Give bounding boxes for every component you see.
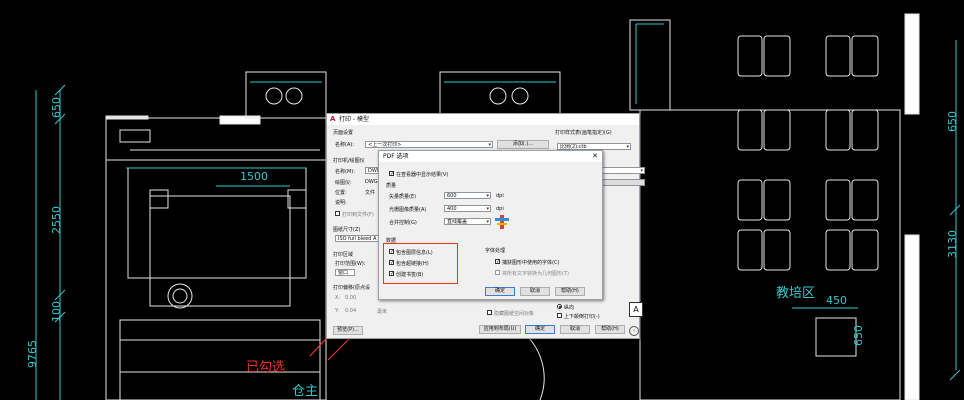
plot-range-label: 打印范围(W):: [335, 261, 366, 267]
merge-control-select[interactable]: 直线覆盖: [444, 218, 491, 225]
portrait-radio[interactable]: [557, 304, 562, 309]
offset-y-label: Y:: [335, 308, 340, 314]
merge-control-label: 合并控制(G): [389, 220, 417, 226]
hide-paper-space-label: 隐藏图纸空间对象: [494, 311, 535, 317]
preview-button[interactable]: 预览(P)...: [333, 326, 363, 335]
paper-size-header: 图纸尺寸(Z): [333, 227, 361, 233]
offset-unit: 毫米: [377, 309, 388, 315]
plot-help-button[interactable]: 帮助(H): [595, 325, 625, 334]
dim-1500: 1500: [240, 170, 268, 183]
add-page-setup-button[interactable]: 添加(.)...: [497, 140, 549, 149]
plot-dialog-titlebar[interactable]: A 打印 - 模型: [327, 114, 639, 125]
shaded-viewport-select[interactable]: [597, 167, 645, 174]
printer-name-label: 名称(M):: [335, 169, 355, 175]
vector-quality-select[interactable]: 600: [444, 192, 491, 199]
pdf-dialog-title: PDF 选项: [383, 153, 409, 160]
offset-x-label: X:: [335, 295, 341, 301]
location-value: 文件: [365, 190, 376, 196]
dim-450: 450: [826, 294, 847, 307]
vector-quality-label: 矢量质量(E): [389, 194, 417, 200]
pdf-cancel-button[interactable]: 取消: [520, 287, 550, 296]
checked-annotation: 已勾选: [246, 360, 286, 375]
upside-down-checkbox[interactable]: [557, 313, 562, 318]
printer-header: 打印机/绘图仪: [333, 158, 365, 164]
vector-dpi-label: dpi: [496, 193, 504, 199]
raster-quality-select[interactable]: 400: [444, 205, 491, 212]
dim-2550: 2550: [50, 206, 63, 234]
pdf-options-dialog: PDF 选项 ✕ ✓ 在查看器中显示结果(V) 质量 矢量质量(E) 600 d…: [378, 150, 603, 300]
capture-fonts-checkbox[interactable]: ✓: [495, 259, 500, 265]
page-setup-name-select[interactable]: <上一次打印>: [365, 141, 493, 148]
style-table-select[interactable]: 比例(2).ctb: [557, 143, 631, 150]
view-in-viewer-label: 在查看器中显示结果(V): [396, 172, 449, 178]
dim-650-left: 650: [50, 97, 63, 118]
dim-100: 100: [50, 301, 63, 322]
room-label-2: 仓主: [292, 384, 319, 399]
offset-y-value[interactable]: 0.04: [345, 308, 356, 314]
convert-text-label: 将所有文字转换为几何图形(T): [502, 271, 569, 277]
pdf-ok-button[interactable]: 确定: [485, 287, 515, 296]
raster-dpi-label: dpi: [496, 206, 504, 212]
convert-text-checkbox[interactable]: [495, 270, 500, 275]
plot-cancel-button[interactable]: 取消: [560, 325, 590, 334]
plot-range-select[interactable]: 窗口: [335, 269, 355, 276]
raster-quality-label: 光栅图像质量(A): [389, 207, 427, 213]
orientation-a-icon: A: [629, 302, 643, 317]
plotter-label: 绘图仪:: [335, 180, 352, 186]
location-label: 位置:: [335, 190, 347, 196]
quality-select[interactable]: [597, 179, 645, 186]
dim-650-far-right: 650: [946, 111, 959, 132]
autocad-logo-icon: A: [330, 115, 336, 123]
upside-down-label: 上下颠倒打印(-): [564, 314, 600, 320]
portrait-label: 纵向: [564, 305, 575, 311]
close-icon[interactable]: ✕: [592, 151, 598, 162]
capture-fonts-label: 捕获图形中使用的字体(C): [502, 260, 560, 266]
dim-9765: 9765: [26, 340, 39, 368]
style-table-header: 打印样式表(画笔指定)(G): [555, 130, 612, 136]
view-in-viewer-checkbox[interactable]: ✓: [389, 171, 394, 177]
apply-to-layout-button[interactable]: 应用到布局(U): [479, 325, 521, 334]
collapse-arrow-icon[interactable]: ‹: [629, 326, 639, 336]
offset-x-value[interactable]: 0.00: [345, 295, 356, 301]
pdf-dialog-titlebar[interactable]: PDF 选项 ✕: [379, 151, 602, 162]
font-handling-header: 字体处理: [485, 248, 506, 254]
page-setup-name-label: 名称(A):: [335, 142, 355, 148]
plot-to-file-label: 打印到文件(F): [342, 212, 374, 218]
page-setup-header: 页面设置: [333, 130, 354, 136]
dim-650-right: 650: [852, 325, 865, 346]
dim-3130: 3130: [946, 230, 959, 258]
quality-header: 质量: [386, 183, 397, 189]
checked-highlight-box: [383, 243, 458, 284]
plot-to-file-checkbox[interactable]: [335, 211, 340, 216]
room-label: 教培区: [776, 286, 816, 301]
plot-area-header: 打印区域: [333, 252, 354, 258]
hide-paper-space-checkbox[interactable]: [487, 310, 492, 315]
description-label: 说明:: [335, 200, 347, 206]
plot-dialog-title: 打印 - 模型: [339, 116, 369, 123]
plot-ok-button[interactable]: 确定: [525, 325, 555, 334]
plot-offset-header: 打印偏移(原点设: [333, 285, 370, 291]
merge-lines-icon: [495, 215, 509, 229]
pdf-help-button[interactable]: 帮助(H): [555, 287, 585, 296]
